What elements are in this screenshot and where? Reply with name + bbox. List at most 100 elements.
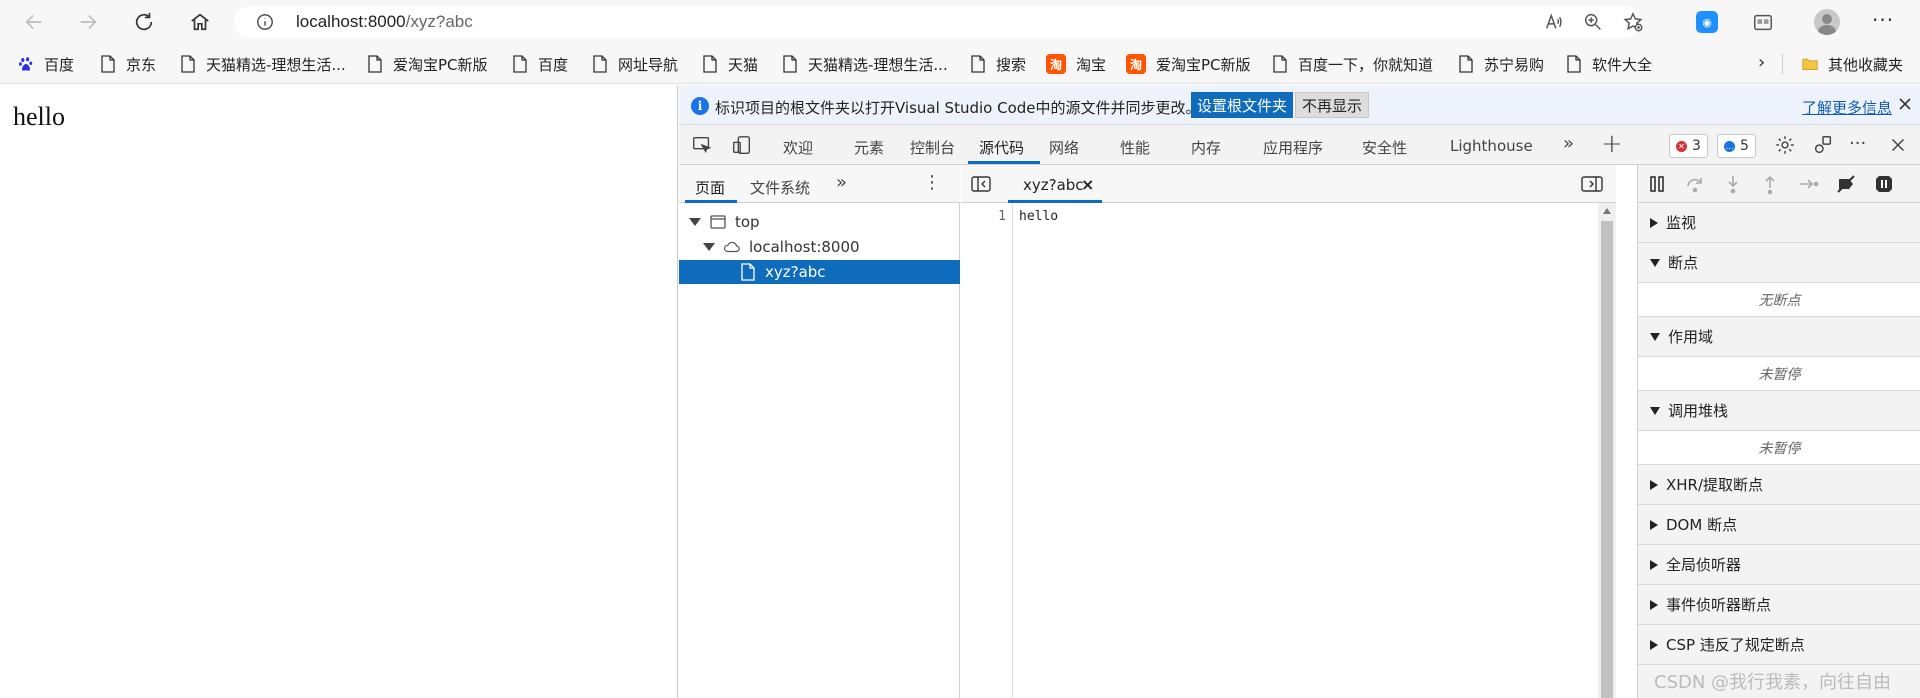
read-aloud-icon[interactable] <box>1543 11 1565 33</box>
page-icon <box>703 55 717 73</box>
close-devtools-icon[interactable] <box>1887 134 1909 156</box>
bookmark-item[interactable]: 百度 <box>18 52 74 76</box>
bookmark-item[interactable]: 搜索 <box>970 52 1026 76</box>
url-text: localhost:8000/xyz?abc <box>296 12 473 32</box>
tab-network[interactable]: 网络 <box>1049 137 1079 158</box>
tab-console[interactable]: 控制台 <box>910 137 955 158</box>
page-text: hello <box>13 102 65 131</box>
gear-icon[interactable] <box>1774 134 1796 156</box>
toggle-debugger-icon[interactable] <box>1581 175 1603 193</box>
tab-performance[interactable]: 性能 <box>1120 137 1150 158</box>
tree-label: localhost:8000 <box>749 238 860 256</box>
address-bar[interactable]: localhost:8000/xyz?abc <box>234 6 1643 38</box>
section-csp-breakpoints[interactable]: CSP 违反了规定断点 <box>1638 625 1920 665</box>
scroll-up-icon[interactable] <box>1603 208 1611 214</box>
expand-arrow-icon[interactable] <box>703 243 715 251</box>
editor-tab-file[interactable]: xyz?abc <box>1023 176 1084 194</box>
tab-application[interactable]: 应用程序 <box>1263 137 1323 158</box>
forward-button[interactable] <box>66 0 110 44</box>
bookmark-item[interactable]: 天猫精选-理想生活... <box>180 52 346 76</box>
section-callstack[interactable]: 调用堆栈 <box>1638 391 1920 431</box>
tab-memory[interactable]: 内存 <box>1191 137 1221 158</box>
devtools-more-icon[interactable]: ··· <box>1849 133 1866 154</box>
bookmark-item[interactable]: 软件大全 <box>1566 52 1652 76</box>
bookmark-item[interactable]: 苏宁易购 <box>1458 52 1544 76</box>
tree-item-host[interactable]: localhost:8000 <box>679 235 960 259</box>
page-icon <box>783 55 797 73</box>
code-line[interactable]: hello <box>1019 209 1058 224</box>
section-watch[interactable]: 监视 <box>1638 203 1920 243</box>
section-event-listener-breakpoints[interactable]: 事件侦听器断点 <box>1638 585 1920 625</box>
device-emulation-icon[interactable] <box>731 134 753 156</box>
bookmark-label: 网址导航 <box>618 55 679 74</box>
line-gutter: 1 <box>961 203 1013 698</box>
pause-on-exceptions-icon[interactable] <box>1873 173 1895 195</box>
source-editor: xyz?abc × 1 hello <box>961 165 1616 698</box>
more-menu-icon[interactable]: ··· <box>1872 8 1894 32</box>
close-tab-icon[interactable]: × <box>1081 175 1094 194</box>
error-count-badge[interactable]: ✕ 3 <box>1669 134 1708 158</box>
tab-elements[interactable]: 元素 <box>854 137 884 158</box>
bookmark-item[interactable]: 百度 <box>512 52 568 76</box>
close-icon[interactable] <box>1896 95 1914 113</box>
toggle-navigator-icon[interactable] <box>971 175 991 193</box>
tree-label: top <box>735 213 760 231</box>
tab-sources[interactable]: 源代码 <box>979 137 1024 158</box>
step-over-icon[interactable] <box>1684 173 1706 195</box>
chevron-right-icon[interactable]: › <box>1758 52 1765 73</box>
step-icon[interactable] <box>1797 173 1819 195</box>
collections-icon[interactable] <box>1752 11 1774 33</box>
step-out-icon[interactable] <box>1759 173 1781 195</box>
section-breakpoints[interactable]: 断点 <box>1638 243 1920 283</box>
tab-page[interactable]: 页面 <box>695 177 725 198</box>
step-into-icon[interactable] <box>1722 173 1744 195</box>
taobao-icon: 淘 <box>1046 54 1066 74</box>
bookmark-item[interactable]: 百度一下，你就知道 <box>1272 52 1433 76</box>
tree-item-top[interactable]: top <box>679 210 960 234</box>
bookmark-item[interactable]: 天猫 <box>702 52 758 76</box>
section-dom-breakpoints[interactable]: DOM 断点 <box>1638 505 1920 545</box>
section-scope[interactable]: 作用域 <box>1638 317 1920 357</box>
section-xhr-breakpoints[interactable]: XHR/提取断点 <box>1638 465 1920 505</box>
more-navigator-tabs-icon[interactable]: » <box>836 172 847 193</box>
back-button[interactable] <box>12 0 56 44</box>
dont-show-again-button[interactable]: 不再显示 <box>1295 92 1370 118</box>
message-count-badge[interactable]: … 5 <box>1717 134 1756 158</box>
section-label: XHR/提取断点 <box>1666 476 1764 494</box>
infobar-message: 标识项目的根文件夹以打开Visual Studio Code中的源文件并同步更改… <box>715 99 1201 117</box>
editor-scrollbar[interactable] <box>1598 203 1616 698</box>
other-bookmarks-folder[interactable]: 其他收藏夹 <box>1802 52 1903 76</box>
bookmark-item[interactable]: 爱淘宝PC新版 <box>367 52 488 76</box>
learn-more-link[interactable]: 了解更多信息 <box>1802 97 1892 118</box>
tab-security[interactable]: 安全性 <box>1362 137 1407 158</box>
bookmark-item[interactable]: 天猫精选-理想生活... <box>782 52 948 76</box>
bookmark-item[interactable]: 京东 <box>100 52 156 76</box>
deactivate-breakpoints-icon[interactable] <box>1835 173 1857 195</box>
avatar[interactable] <box>1814 9 1840 35</box>
expand-arrow-icon[interactable] <box>689 218 701 226</box>
add-favorite-icon[interactable] <box>1622 11 1644 33</box>
bookmark-item[interactable]: 淘 淘宝 <box>1046 52 1106 76</box>
refresh-button[interactable] <box>122 0 166 44</box>
page-viewport: hello <box>0 85 678 698</box>
add-tab-icon[interactable]: + <box>1601 129 1623 159</box>
tab-lighthouse[interactable]: Lighthouse <box>1450 137 1533 155</box>
set-root-folder-button[interactable]: 设置根文件夹 <box>1191 92 1294 118</box>
extension-icon[interactable]: ◉ <box>1696 11 1718 33</box>
devtools-panel: i 标识项目的根文件夹以打开Visual Studio Code中的源文件并同步… <box>679 85 1920 698</box>
tab-welcome[interactable]: 欢迎 <box>783 137 813 158</box>
inspect-element-icon[interactable] <box>691 134 713 156</box>
tree-item-file[interactable]: xyz?abc <box>679 260 960 284</box>
info-icon[interactable] <box>256 13 274 31</box>
bookmark-item[interactable]: 淘 爱淘宝PC新版 <box>1126 52 1251 76</box>
bookmark-item[interactable]: 网址导航 <box>592 52 678 76</box>
navigator-menu-icon[interactable]: ⋮ <box>923 172 941 193</box>
tab-filesystem[interactable]: 文件系统 <box>750 177 810 198</box>
customize-icon[interactable] <box>1812 134 1834 156</box>
more-tabs-icon[interactable]: » <box>1563 133 1574 154</box>
home-button[interactable] <box>178 0 222 44</box>
zoom-icon[interactable] <box>1582 11 1604 33</box>
pause-icon[interactable] <box>1646 173 1668 195</box>
scrollbar-thumb[interactable] <box>1601 221 1613 698</box>
section-global-listeners[interactable]: 全局侦听器 <box>1638 545 1920 585</box>
